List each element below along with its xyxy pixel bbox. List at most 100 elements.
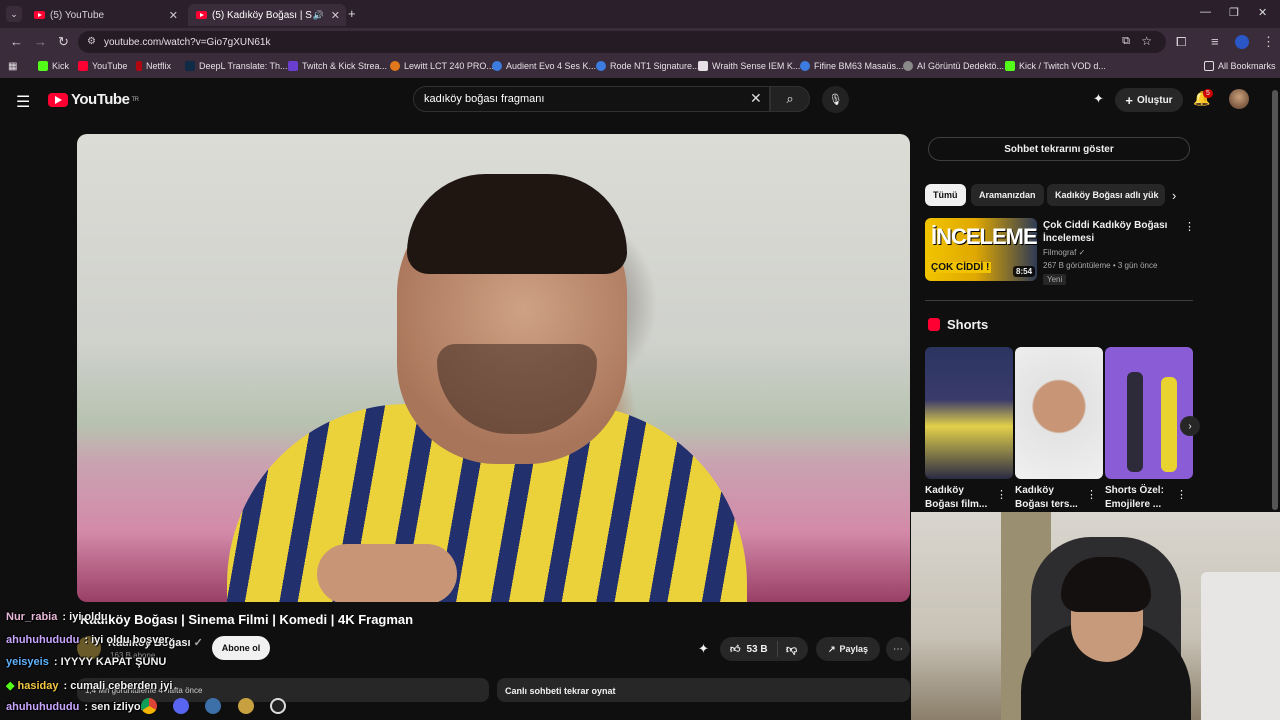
short-title[interactable]: Kadıköy Boğası film... xyxy=(925,484,997,512)
chrome-taskbar-icon[interactable] xyxy=(141,698,157,714)
discord-taskbar-icon[interactable] xyxy=(173,698,189,714)
clear-search-icon[interactable]: ✕ xyxy=(750,90,762,107)
youtube-icon xyxy=(78,61,88,71)
recommendation-channel[interactable]: Filmograf ✓ xyxy=(1043,248,1085,257)
more-vert-icon[interactable]: ⋮ xyxy=(1176,488,1187,501)
chat-username: ahuhuhududu xyxy=(6,634,80,646)
show-chat-replay-button[interactable]: Sohbet tekrarını göster xyxy=(928,137,1190,161)
tab-search-icon[interactable]: ⌄ xyxy=(6,6,22,22)
chat-message: Nur_rabia : iyi oldu xyxy=(6,611,108,623)
install-icon[interactable]: ⧉ xyxy=(1122,35,1130,48)
youtube-logo[interactable]: YouTube TR xyxy=(48,91,139,108)
site-info-icon[interactable]: ⚙ xyxy=(87,36,96,47)
like-dislike-group: 👍︎ 53 B 👎︎ xyxy=(720,637,808,661)
short-thumbnail[interactable] xyxy=(925,347,1013,479)
chip-all[interactable]: Tümü xyxy=(925,184,966,206)
tab-title: (5) Kadıköy Boğası | Sinema xyxy=(212,9,312,21)
more-vert-icon[interactable]: ⋮ xyxy=(996,488,1007,501)
dislike-button[interactable]: 👎︎ xyxy=(778,643,797,656)
page-scrollbar[interactable] xyxy=(1272,90,1278,510)
chat-message: ahuhuhududu : sen izliyon xyxy=(6,701,148,713)
account-avatar[interactable] xyxy=(1229,89,1249,109)
browser-tab-video[interactable]: (5) Kadıköy Boğası | Sinema 🔊 ✕ xyxy=(188,4,346,26)
forward-icon[interactable]: → xyxy=(34,34,47,49)
extensions-icon[interactable]: ⧠ xyxy=(1176,34,1186,50)
plus-icon: + xyxy=(1125,92,1134,108)
short-thumbnail[interactable] xyxy=(1105,347,1193,479)
thumbs-down-icon: 👎︎ xyxy=(786,643,798,656)
profile-icon[interactable] xyxy=(1235,35,1249,49)
search-button[interactable]: ⌕ xyxy=(770,86,810,112)
streamer-webcam xyxy=(911,512,1280,720)
share-button[interactable]: ↗ Paylaş xyxy=(816,637,880,661)
share-arrow-icon: ↗ xyxy=(827,643,836,654)
league-taskbar-icon[interactable] xyxy=(238,698,254,714)
more-vert-icon[interactable]: ⋮ xyxy=(1086,488,1097,501)
bookmark-twitch-kick[interactable]: Twitch & Kick Strea... xyxy=(288,61,387,71)
media-icon[interactable]: ≡ xyxy=(1211,34,1219,49)
short-title[interactable]: Kadıköy Boğası ters... xyxy=(1015,484,1087,512)
premium-sparkle-icon[interactable]: ✦ xyxy=(1093,91,1104,107)
speaker-icon[interactable]: 🔊 xyxy=(313,10,324,21)
chevron-right-icon: › xyxy=(1188,420,1192,432)
bookmark-wraith[interactable]: Wraith Sense IEM K... xyxy=(698,61,800,71)
create-button[interactable]: + Oluştur xyxy=(1115,88,1183,112)
chevron-right-icon[interactable]: › xyxy=(1172,188,1176,203)
voice-search-button[interactable]: 🎙 xyxy=(822,86,849,113)
bookmark-fifine[interactable]: Fifine BM63 Masaüs... xyxy=(800,61,904,71)
kick-icon xyxy=(38,61,48,71)
reload-icon[interactable]: ↻ xyxy=(58,34,69,50)
bookmark-deepl[interactable]: DeepL Translate: Th... xyxy=(185,61,288,71)
chat-message: ◆ hasiday : cumali ceberden iyi xyxy=(6,680,173,692)
like-button[interactable]: 👍︎ 53 B xyxy=(720,641,778,657)
chat-username: ahuhuhududu xyxy=(6,701,80,713)
bookmark-vod[interactable]: Kick / Twitch VOD d... xyxy=(1005,61,1106,71)
netflix-icon xyxy=(136,61,142,71)
shorts-heading: Shorts xyxy=(947,317,989,332)
wraith-icon xyxy=(698,61,708,71)
short-thumbnail[interactable] xyxy=(1015,347,1103,479)
short-title[interactable]: Shorts Özel: Emojilere ... xyxy=(1105,484,1177,512)
bookmark-youtube[interactable]: YouTube xyxy=(78,61,127,71)
chat-text: IYYYY KAPAT ŞUNU xyxy=(60,656,167,668)
microphone-icon: 🎙 xyxy=(828,94,843,106)
back-icon[interactable]: ← xyxy=(10,34,23,49)
short-figure xyxy=(1161,377,1177,472)
browser-menu-icon[interactable]: ⋮ xyxy=(1262,34,1275,50)
bookmark-ai-detector[interactable]: AI Görüntü Dedektö... xyxy=(903,61,1004,71)
bookmark-lewitt[interactable]: Lewitt LCT 240 PRO... xyxy=(390,61,494,71)
video-title: Kadıköy Boğası | Sinema Filmi | Komedi |… xyxy=(80,612,414,627)
bookmark-star-icon[interactable]: ☆ xyxy=(1141,34,1152,48)
app-taskbar-icon[interactable] xyxy=(205,698,221,714)
browser-tab-youtube[interactable]: (5) YouTube ✕ xyxy=(26,4,184,26)
recommendation-title[interactable]: Çok Ciddi Kadıköy Boğası İncelemesi xyxy=(1043,219,1173,245)
shorts-next-button[interactable]: › xyxy=(1180,416,1200,436)
bookmark-kick[interactable]: Kick xyxy=(38,61,69,71)
video-player[interactable] xyxy=(77,134,910,602)
chip-from-search[interactable]: Aramanızdan xyxy=(971,184,1044,206)
all-bookmarks[interactable]: All Bookmarks xyxy=(1204,61,1276,71)
live-chat-replay-bar[interactable]: Canlı sohbeti tekrar oynat xyxy=(497,678,910,702)
ask-sparkle-icon[interactable]: ✦ xyxy=(698,641,709,657)
obs-taskbar-icon[interactable] xyxy=(270,698,286,714)
bookmark-rode[interactable]: Rode NT1 Signature... xyxy=(596,61,700,71)
window-close-icon[interactable]: ✕ xyxy=(1258,6,1267,19)
tab-close-icon[interactable]: ✕ xyxy=(331,9,340,22)
more-vert-icon[interactable]: ⋮ xyxy=(1184,220,1195,233)
apps-grid-icon[interactable]: ▦ xyxy=(8,61,17,72)
youtube-play-icon xyxy=(48,92,68,107)
minimize-icon[interactable]: — xyxy=(1200,6,1211,18)
tab-close-icon[interactable]: ✕ xyxy=(169,9,178,22)
more-actions-button[interactable]: ⋯ xyxy=(886,637,910,661)
subscribe-button[interactable]: Abone ol xyxy=(212,636,270,660)
new-tab-icon[interactable]: + xyxy=(348,6,356,21)
chip-channel[interactable]: Kadıköy Boğası adlı yük xyxy=(1047,184,1165,206)
hamburger-menu-icon[interactable]: ☰ xyxy=(16,92,30,112)
bookmark-audient[interactable]: Audient Evo 4 Ses K... xyxy=(492,61,596,71)
search-input[interactable]: kadıköy boğası fragmanı xyxy=(413,86,770,112)
deepl-icon xyxy=(185,61,195,71)
url-text: youtube.com/watch?v=Gio7gXUN61k xyxy=(104,36,271,48)
url-input[interactable]: ⚙ youtube.com/watch?v=Gio7gXUN61k ⧉ ☆ xyxy=(78,31,1166,53)
bookmark-netflix[interactable]: Netflix xyxy=(136,61,171,71)
restore-icon[interactable]: ❐ xyxy=(1229,6,1239,19)
